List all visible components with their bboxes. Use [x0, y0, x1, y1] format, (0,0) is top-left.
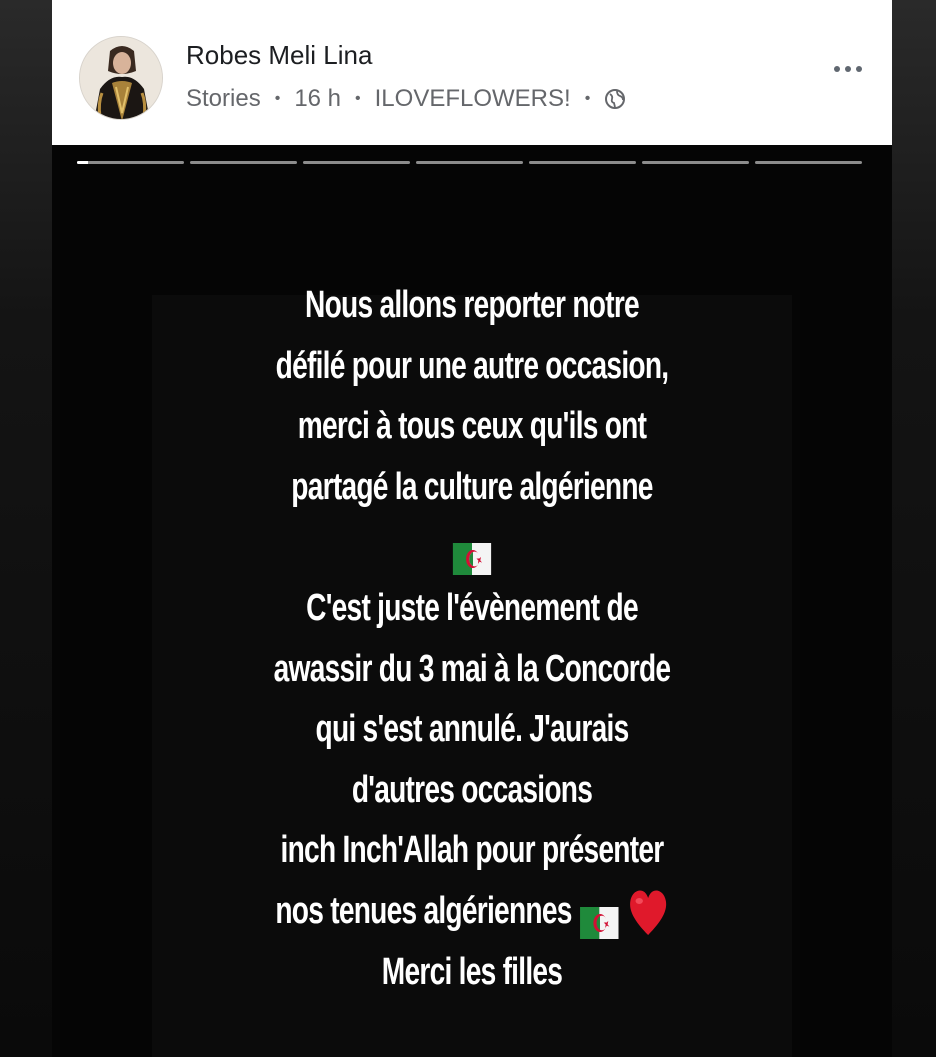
story-line: C'est juste l'évènement de: [306, 586, 638, 629]
story-line: qui s'est annulé. J'aurais: [315, 708, 630, 751]
story-line: Nous allons reporter notre: [305, 284, 640, 326]
separator-dot: •: [355, 90, 361, 107]
post-header: Robes Meli Lina Stories • 16 h • ILOVEFL…: [52, 0, 892, 145]
algeria-flag-emoji: [452, 533, 492, 576]
separator-dot: •: [584, 90, 591, 107]
story-line: d'autres occasions: [351, 768, 593, 811]
separator-dot: •: [274, 90, 281, 107]
progress-segment: [190, 161, 297, 164]
story-line: nos tenues algériennes: [275, 889, 572, 932]
story-post: Robes Meli Lina Stories • 16 h • ILOVEFL…: [52, 0, 892, 1057]
background-right: [892, 0, 936, 1057]
audience-label[interactable]: ILOVEFLOWERS!: [375, 85, 571, 113]
progress-fill: [77, 161, 88, 164]
story-line: inch Inch'Allah pour présenter: [280, 829, 665, 872]
post-time[interactable]: 16 h: [294, 85, 341, 113]
story-line: merci à tous ceux qu'ils ont: [297, 405, 647, 448]
progress-segment: [303, 161, 410, 164]
story-progress-bar: [77, 161, 862, 165]
post-type[interactable]: Stories: [186, 85, 261, 113]
progress-segment: [529, 161, 636, 164]
story-line: awassir du 3 mai à la Concorde: [273, 647, 671, 690]
progress-segment: [755, 161, 862, 164]
progress-segment: [77, 161, 184, 164]
algeria-flag-emoji: [580, 897, 619, 939]
story-content[interactable]: Nous allons reporter notre défilé pour u…: [52, 145, 892, 1057]
avatar-image: [80, 37, 162, 119]
more-options-icon[interactable]: [834, 66, 862, 72]
flag-line: [235, 517, 709, 578]
story-line: défilé pour une autre occasion,: [275, 344, 669, 387]
author-name[interactable]: Robes Meli Lina: [186, 40, 372, 71]
red-heart-emoji: [627, 888, 668, 938]
author-avatar[interactable]: [79, 36, 163, 120]
story-line: Merci les filles: [381, 950, 563, 993]
progress-segment: [642, 161, 749, 164]
post-meta: Stories • 16 h • ILOVEFLOWERS! •: [186, 84, 626, 114]
emoji-line: nos tenues algériennes: [235, 881, 709, 942]
globe-icon[interactable]: [604, 88, 626, 110]
background-left: [0, 0, 52, 1057]
story-text: Nous allons reporter notre défilé pour u…: [235, 275, 709, 1002]
progress-segment: [416, 161, 523, 164]
story-line: partagé la culture algérienne: [291, 465, 653, 508]
